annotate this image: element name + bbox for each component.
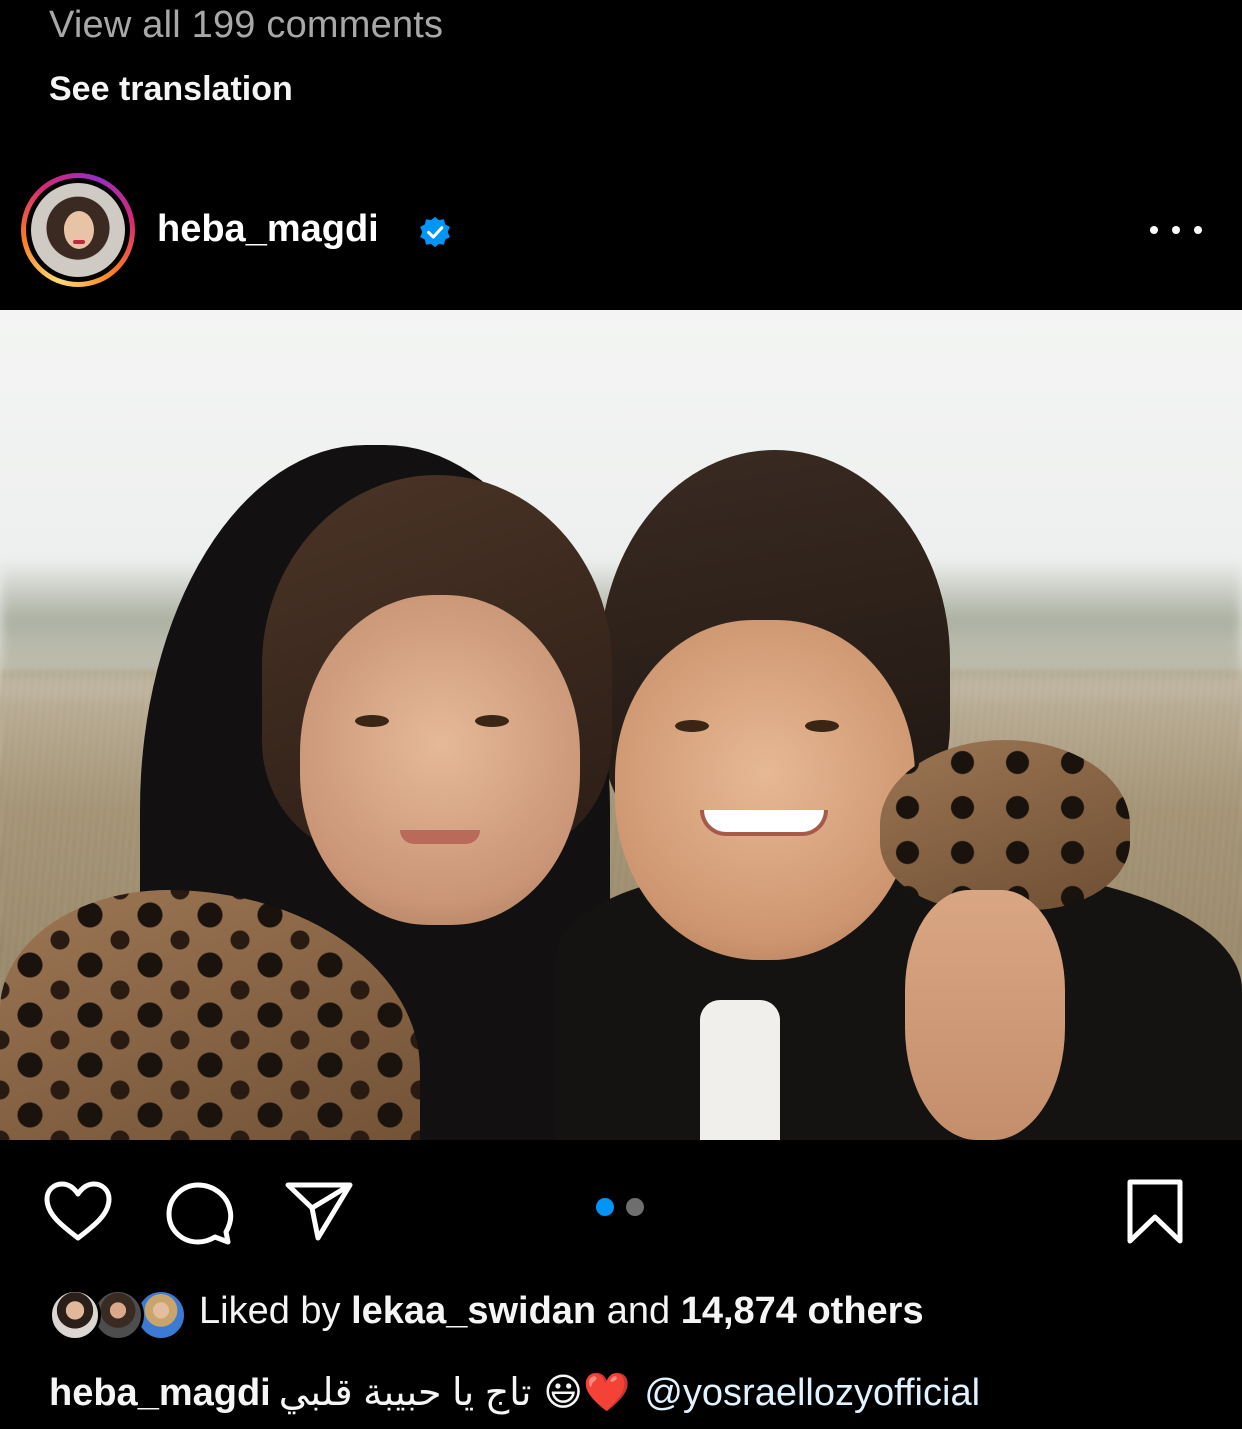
post-header: heba_magdi xyxy=(0,170,1242,290)
caption-mention[interactable]: @yosraellozyofficial xyxy=(644,1372,980,1414)
likes-and: and xyxy=(606,1290,671,1332)
likes-text: Liked by lekaa_swidan and 14,874 others xyxy=(199,1290,924,1333)
caption-username[interactable]: heba_magdi xyxy=(49,1372,271,1414)
post-username[interactable]: heba_magdi xyxy=(157,208,379,251)
paper-plane-icon[interactable] xyxy=(284,1180,354,1242)
view-all-comments-link[interactable]: View all 199 comments xyxy=(49,4,443,47)
avatar-lips xyxy=(73,240,85,244)
avatar[interactable] xyxy=(31,183,125,277)
smile xyxy=(700,810,828,836)
mouth xyxy=(400,830,480,844)
right-person-face xyxy=(615,620,915,960)
more-options-icon[interactable] xyxy=(1150,215,1202,245)
eye xyxy=(475,715,509,727)
verified-badge-icon xyxy=(420,216,450,248)
likes-prefix: Liked by xyxy=(199,1290,341,1332)
heart-icon[interactable] xyxy=(43,1180,113,1244)
eye xyxy=(805,720,839,732)
comment-icon[interactable] xyxy=(164,1180,234,1246)
bookmark-icon[interactable] xyxy=(1125,1178,1185,1246)
post-photo[interactable] xyxy=(0,310,1242,1140)
left-person-hand xyxy=(905,890,1065,1140)
liker-avatar xyxy=(49,1289,101,1341)
eye xyxy=(675,720,709,732)
more-dot xyxy=(1150,226,1158,234)
likes-row[interactable]: Liked by lekaa_swidan and 14,874 others xyxy=(49,1284,1229,1344)
left-person-face xyxy=(300,595,580,925)
avatar-ring-gap xyxy=(26,178,130,282)
carousel-dot-active xyxy=(596,1198,614,1216)
liker-username[interactable]: lekaa_swidan xyxy=(351,1290,596,1332)
carousel-dot xyxy=(626,1198,644,1216)
likes-count[interactable]: 14,874 others xyxy=(681,1290,924,1332)
caption-text: تاج يا حبيبة قلبي xyxy=(278,1372,532,1414)
see-translation-link[interactable]: See translation xyxy=(49,70,293,109)
more-dot xyxy=(1194,226,1202,234)
story-ring[interactable] xyxy=(21,173,135,287)
right-person-shirt xyxy=(700,1000,780,1140)
more-dot xyxy=(1172,226,1180,234)
post-caption: heba_magdi تاج يا حبيبة قلبي 😃❤️ @yosraello… xyxy=(49,1370,1239,1420)
carousel-indicator xyxy=(596,1198,646,1218)
caption-emojis: 😃❤️ xyxy=(543,1372,631,1414)
action-bar xyxy=(0,1170,1242,1250)
eye xyxy=(355,715,389,727)
left-person-arm xyxy=(880,740,1130,910)
